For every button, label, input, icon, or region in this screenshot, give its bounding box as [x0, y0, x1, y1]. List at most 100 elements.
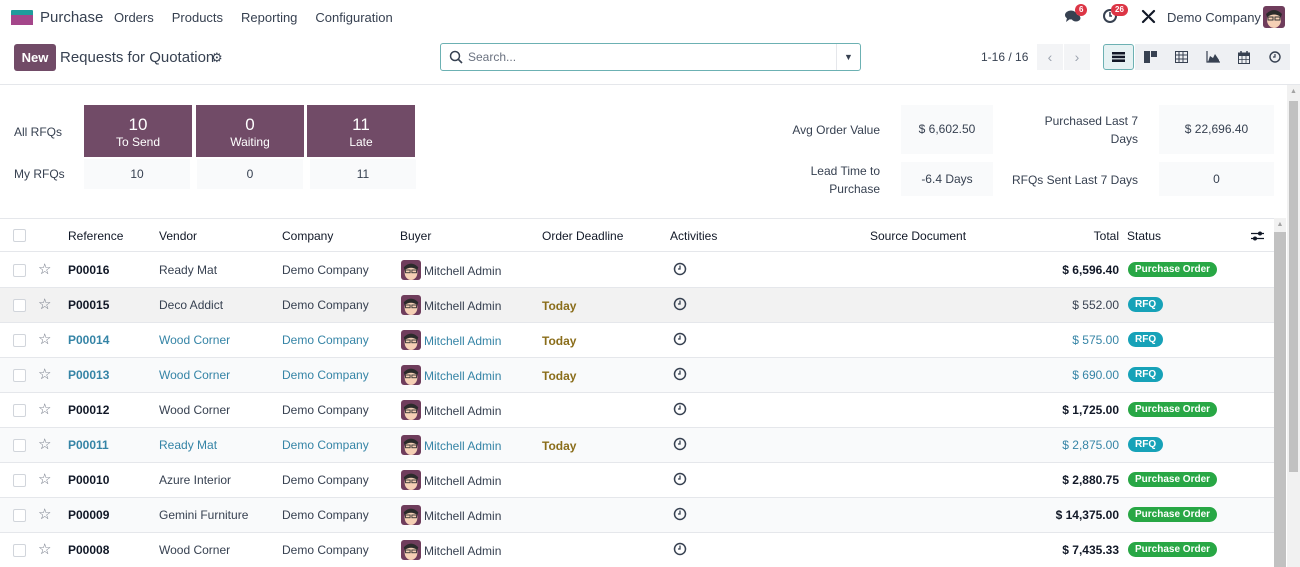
menu-products[interactable]: Products	[172, 10, 223, 25]
company: Demo Company	[282, 333, 369, 347]
company-switcher[interactable]: Demo Company	[1167, 10, 1261, 25]
col-buyer[interactable]: Buyer	[400, 229, 431, 243]
table-row[interactable]: ☆ P00014 Wood Corner Demo Company Mitchell A…	[0, 323, 1274, 358]
row-checkbox[interactable]	[13, 404, 26, 417]
gear-icon[interactable]: ⚙	[211, 50, 223, 66]
graph-view-button[interactable]	[1197, 44, 1228, 70]
activity-button[interactable]	[673, 437, 687, 454]
my-to-send[interactable]: 10	[84, 159, 190, 189]
activities-button[interactable]: 26	[1102, 4, 1128, 27]
star-icon[interactable]: ☆	[38, 472, 51, 487]
table-row[interactable]: ☆ P00012 Wood Corner Demo Company Mitchell A…	[0, 393, 1274, 428]
debug-tools-button[interactable]	[1141, 9, 1156, 27]
col-activities[interactable]: Activities	[670, 229, 717, 243]
pager-next-button[interactable]: ›	[1064, 44, 1090, 70]
row-checkbox[interactable]	[13, 439, 26, 452]
col-status[interactable]: Status	[1127, 229, 1161, 243]
user-face-icon	[403, 368, 419, 385]
row-checkbox[interactable]	[13, 544, 26, 557]
col-company[interactable]: Company	[282, 229, 333, 243]
row-checkbox[interactable]	[13, 334, 26, 347]
search-options-toggle[interactable]: ▼	[836, 44, 860, 70]
col-total[interactable]: Total	[1009, 229, 1119, 243]
star-icon[interactable]: ☆	[38, 262, 51, 277]
activity-button[interactable]	[673, 402, 687, 419]
scrollbar-thumb[interactable]	[1289, 101, 1298, 472]
scroll-up-arrow[interactable]: ▲	[1287, 85, 1300, 99]
list-view-button[interactable]	[1103, 44, 1134, 70]
row-checkbox[interactable]	[13, 299, 26, 312]
my-waiting[interactable]: 0	[197, 159, 303, 189]
new-button[interactable]: New	[14, 44, 56, 71]
calendar-view-button[interactable]	[1228, 44, 1259, 70]
search-bar: ▼	[440, 43, 861, 71]
row-checkbox[interactable]	[13, 474, 26, 487]
kanban-view-button[interactable]	[1135, 44, 1166, 70]
tile-waiting[interactable]: 0 Waiting	[196, 105, 304, 157]
star-icon[interactable]: ☆	[38, 542, 51, 557]
star-icon[interactable]: ☆	[38, 402, 51, 417]
col-source-document[interactable]: Source Document	[870, 229, 966, 243]
activity-button[interactable]	[673, 262, 687, 279]
activity-view-button[interactable]	[1259, 44, 1290, 70]
pivot-view-button[interactable]	[1166, 44, 1197, 70]
avg-order-value: $ 6,602.50	[901, 105, 993, 154]
table-row[interactable]: ☆ P00015 Deco Addict Demo Company Mitchell A…	[0, 288, 1274, 323]
row-checkbox[interactable]	[13, 509, 26, 522]
total-amount: $ 6,596.40	[1062, 263, 1119, 277]
select-all-checkbox[interactable]	[13, 229, 26, 242]
table-row[interactable]: ☆ P00011 Ready Mat Demo Company Mitchell Adm…	[0, 428, 1274, 463]
row-checkbox[interactable]	[13, 369, 26, 382]
page-scrollbar[interactable]: ▲	[1287, 85, 1300, 567]
tile-to-send[interactable]: 10 To Send	[84, 105, 192, 157]
col-vendor[interactable]: Vendor	[159, 229, 197, 243]
messages-button[interactable]: 6	[1064, 4, 1088, 27]
status-badge: Purchase Order	[1128, 542, 1218, 557]
status-badge: Purchase Order	[1128, 262, 1218, 277]
buyer-name: Mitchell Admin	[424, 264, 502, 278]
chevron-left-icon: ‹	[1047, 49, 1053, 65]
company: Demo Company	[282, 403, 369, 417]
activity-button[interactable]	[673, 507, 687, 524]
table-row[interactable]: ☆ P00010 Azure Interior Demo Company Mitchel…	[0, 463, 1274, 498]
activity-button[interactable]	[673, 542, 687, 559]
table-row[interactable]: ☆ P00013 Wood Corner Demo Company Mitchell A…	[0, 358, 1274, 393]
pager-previous-button[interactable]: ‹	[1037, 44, 1063, 70]
activity-clock-icon	[673, 402, 687, 416]
menu-reporting[interactable]: Reporting	[241, 10, 297, 25]
purchase-app-icon[interactable]	[11, 10, 33, 25]
col-order-deadline[interactable]: Order Deadline	[542, 229, 623, 243]
tile-late[interactable]: 11 Late	[307, 105, 415, 157]
activity-clock-icon	[673, 542, 687, 556]
activity-clock-icon	[673, 507, 687, 521]
buyer-avatar	[401, 470, 421, 490]
table-row[interactable]: ☆ P00016 Ready Mat Demo Company Mitchell Adm…	[0, 253, 1274, 288]
activity-button[interactable]	[673, 297, 687, 314]
total-amount: $ 14,375.00	[1055, 508, 1119, 522]
table-row[interactable]: ☆ P00008 Wood Corner Demo Company Mitchell A…	[0, 533, 1274, 567]
optional-columns-icon[interactable]	[1251, 230, 1264, 242]
table-row[interactable]: ☆ P00009 Gemini Furniture Demo Company Mitch…	[0, 498, 1274, 533]
activity-button[interactable]	[673, 332, 687, 349]
menu-orders[interactable]: Orders	[114, 10, 154, 25]
my-late[interactable]: 11	[310, 159, 416, 189]
row-checkbox[interactable]	[13, 264, 26, 277]
activity-button[interactable]	[673, 472, 687, 489]
star-icon[interactable]: ☆	[38, 437, 51, 452]
table-scrollbar[interactable]: ▲	[1274, 218, 1286, 567]
user-avatar[interactable]	[1263, 6, 1285, 28]
list-view-icon	[1112, 52, 1125, 62]
activity-button[interactable]	[673, 367, 687, 384]
star-icon[interactable]: ☆	[38, 297, 51, 312]
control-panel: New Requests for Quotation ⚙ ▼ 1-16 / 16…	[0, 35, 1300, 85]
pager-value[interactable]: 1-16 / 16	[981, 50, 1028, 64]
star-icon[interactable]: ☆	[38, 332, 51, 347]
star-icon[interactable]: ☆	[38, 367, 51, 382]
menu-configuration[interactable]: Configuration	[315, 10, 392, 25]
tile-label: To Send	[115, 135, 161, 149]
col-reference[interactable]: Reference	[68, 229, 123, 243]
scroll-up-arrow[interactable]: ▲	[1274, 218, 1286, 232]
search-input[interactable]	[468, 48, 828, 66]
star-icon[interactable]: ☆	[38, 507, 51, 522]
app-name[interactable]: Purchase	[40, 9, 103, 26]
